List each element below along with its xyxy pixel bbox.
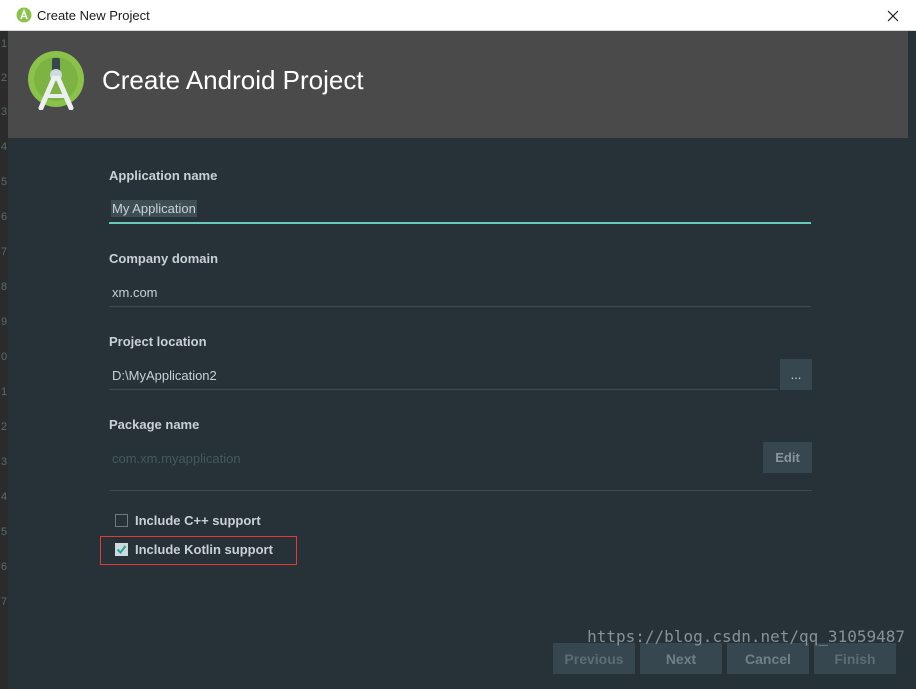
line-number: 2	[1, 72, 8, 84]
line-number: 6	[1, 211, 8, 223]
previous-button[interactable]: Previous	[553, 643, 635, 674]
dialog-title: Create Android Project	[102, 65, 364, 95]
checkmark-icon	[116, 545, 127, 555]
app-name-label: Application name	[109, 168, 218, 183]
line-number: 4	[1, 141, 8, 153]
background-editor-strip: 6 1 2 3 4 5 6 7 8 9 0 1 2 3 4 5 6 7	[0, 0, 8, 689]
app-name-underline	[109, 222, 811, 224]
line-number: 3	[1, 456, 8, 468]
line-number: 4	[1, 491, 8, 503]
watermark-text: https://blog.csdn.net/qq_31059487	[587, 627, 905, 646]
browse-location-button[interactable]: ...	[780, 359, 812, 390]
dialog-header: Create Android Project	[8, 31, 908, 138]
close-button[interactable]	[870, 0, 916, 31]
line-number: 1	[1, 386, 8, 398]
kotlin-support-checkbox[interactable]	[115, 543, 128, 556]
package-name-value: com.xm.myapplication	[112, 451, 241, 466]
project-location-underline	[109, 389, 777, 390]
project-location-input[interactable]: D:\MyApplication2	[112, 368, 217, 383]
kotlin-support-label[interactable]: Include Kotlin support	[135, 542, 273, 557]
line-number: 0	[1, 351, 8, 363]
cancel-button[interactable]: Cancel	[727, 643, 809, 674]
line-number: 7	[1, 246, 8, 258]
next-button[interactable]: Next	[640, 643, 722, 674]
close-icon	[887, 10, 899, 21]
line-number: 6	[1, 561, 8, 573]
project-location-label: Project location	[109, 334, 207, 349]
company-domain-input[interactable]: xm.com	[112, 285, 158, 300]
package-name-label: Package name	[109, 417, 200, 432]
line-number: 5	[1, 526, 8, 538]
line-number: 1	[1, 38, 8, 50]
app-name-input[interactable]: My Application	[111, 200, 197, 217]
company-domain-label: Company domain	[109, 251, 219, 266]
line-number: 7	[1, 596, 8, 608]
options-separator	[109, 490, 812, 491]
line-number: 8	[1, 281, 8, 293]
cpp-support-label[interactable]: Include C++ support	[135, 513, 261, 528]
line-number: 9	[1, 316, 8, 328]
edit-package-button[interactable]: Edit	[763, 442, 812, 473]
line-number: 5	[1, 176, 8, 188]
finish-button[interactable]: Finish	[814, 643, 896, 674]
line-number: 3	[1, 106, 8, 118]
line-number: 2	[1, 421, 8, 433]
company-domain-underline	[109, 306, 811, 307]
android-studio-icon	[16, 7, 32, 23]
cpp-support-checkbox[interactable]	[115, 514, 128, 527]
android-studio-logo	[28, 51, 84, 110]
window-titlebar[interactable]: Create New Project	[0, 0, 916, 31]
create-project-dialog: Create Android Project Application name …	[8, 31, 908, 689]
window-title: Create New Project	[37, 8, 150, 23]
